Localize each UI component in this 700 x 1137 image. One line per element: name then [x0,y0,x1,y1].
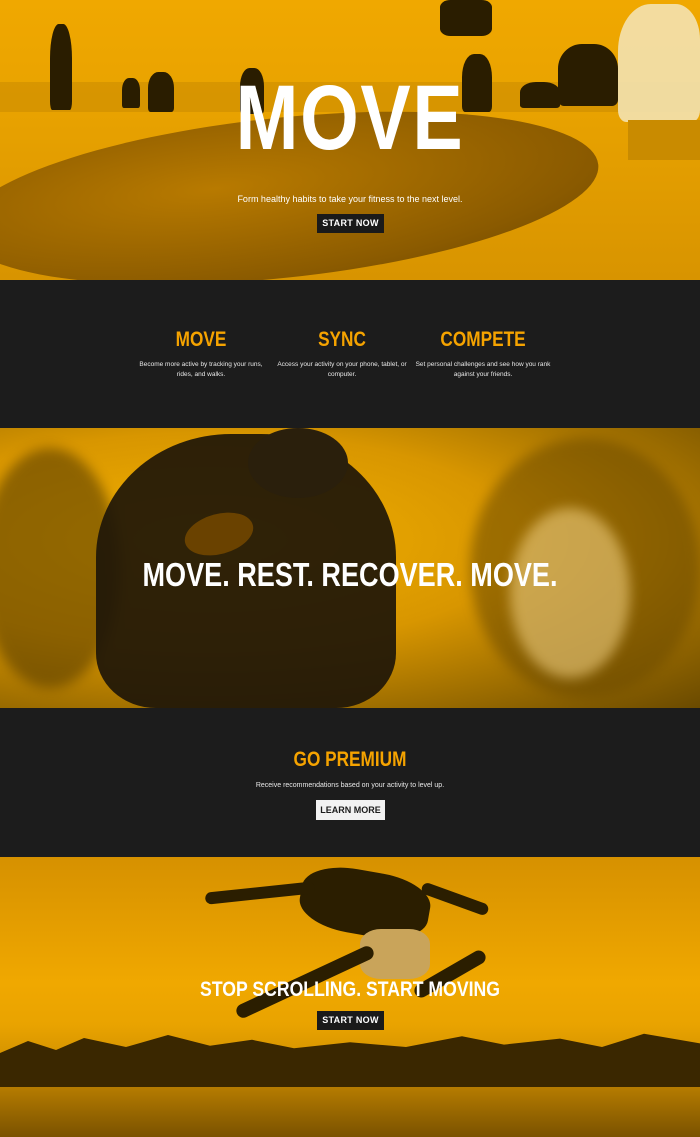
feature-move: MOVE Become more active by tracking your… [131,328,271,380]
feature-text: Set personal challenges and see how you … [415,361,551,378]
premium-subtitle: Receive recommendations based on your ac… [255,782,445,789]
feature-sync: SYNC Access your activity on your phone,… [272,328,412,380]
start-now-button-bottom[interactable]: START NOW [317,1011,384,1030]
cta-section: STOP SCROLLING. START MOVING START NOW [0,857,700,1137]
lake [0,1087,700,1137]
banner-title: MOVE. REST. RECOVER. MOVE. [142,556,558,593]
hero-section: MOVE Form healthy habits to take your fi… [0,0,700,280]
feature-compete: COMPETE Set personal challenges and see … [413,328,553,380]
ledge [628,120,700,160]
helmet [248,428,348,498]
learn-more-button[interactable]: LEARN MORE [316,800,385,820]
premium-section: GO PREMIUM Receive recommendations based… [0,708,700,857]
football-banner-section: MOVE. REST. RECOVER. MOVE. [0,428,700,708]
features-section: MOVE Become more active by tracking your… [0,280,700,428]
premium-title: GO PREMIUM [293,748,407,771]
feature-title: SYNC [318,328,366,351]
cta-title: STOP SCROLLING. START MOVING [200,978,500,1001]
treeline [0,1033,700,1089]
hero-subtitle: Form healthy habits to take your fitness… [237,194,463,204]
hero-title: MOVE [235,67,465,169]
start-now-button[interactable]: START NOW [317,214,384,233]
feature-text: Become more active by tracking your runs… [139,361,263,378]
feature-title: MOVE [175,328,227,351]
jumping-skater-silhouette [440,0,492,36]
jumper-arm [420,881,490,917]
feature-text: Access your activity on your phone, tabl… [277,361,407,378]
feature-title: COMPETE [440,328,526,351]
